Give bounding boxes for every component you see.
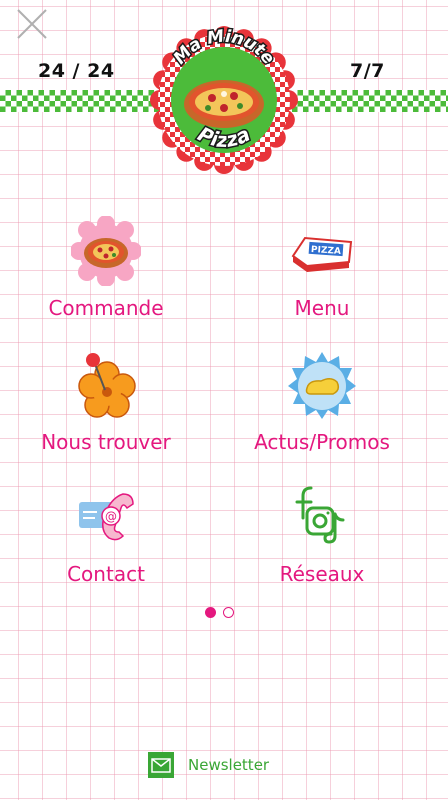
brand-logo: Ma Minute Pizza xyxy=(150,22,298,174)
menu-item-menu[interactable]: PIZZA Menu xyxy=(232,216,412,320)
page-indicator xyxy=(205,606,245,620)
menu-item-label: Menu xyxy=(294,296,350,320)
pizza-box-icon: PIZZA xyxy=(291,236,353,272)
hours-24-24: 24 / 24 xyxy=(38,60,115,82)
newsletter-icon xyxy=(148,752,174,778)
social-networks-icon xyxy=(295,486,345,544)
menu-item-contact[interactable]: @ Contact xyxy=(16,486,196,586)
checker-band-right xyxy=(292,90,448,112)
menu-item-nous-trouver[interactable]: Nous trouver xyxy=(16,350,196,454)
checker-band-left xyxy=(0,90,160,112)
menu-item-reseaux[interactable]: Réseaux xyxy=(232,484,412,586)
page-dot-1[interactable] xyxy=(205,607,216,618)
svg-text:@: @ xyxy=(105,510,117,524)
svg-text:PIZZA: PIZZA xyxy=(311,245,342,257)
page-dot-2[interactable] xyxy=(223,607,234,618)
menu-item-label: Nous trouver xyxy=(41,430,171,454)
menu-item-label: Commande xyxy=(48,296,164,320)
menu-item-actus-promos[interactable]: Actus/Promos xyxy=(232,350,412,454)
close-button[interactable] xyxy=(14,6,50,42)
newsletter-label: Newsletter xyxy=(188,756,270,774)
menu-item-commande[interactable]: Commande xyxy=(16,216,196,320)
days-7-7: 7/7 xyxy=(350,60,385,82)
map-pin-flower-icon xyxy=(78,353,136,418)
megaphone-badge-icon xyxy=(288,352,356,419)
newsletter-link[interactable]: Newsletter xyxy=(148,752,269,778)
pizza-flower-icon xyxy=(71,216,141,286)
close-icon xyxy=(17,9,47,39)
menu-item-label: Actus/Promos xyxy=(254,430,390,454)
phone-email-icon: @ xyxy=(79,493,134,541)
menu-item-label: Réseaux xyxy=(279,562,365,586)
menu-item-label: Contact xyxy=(67,562,145,586)
